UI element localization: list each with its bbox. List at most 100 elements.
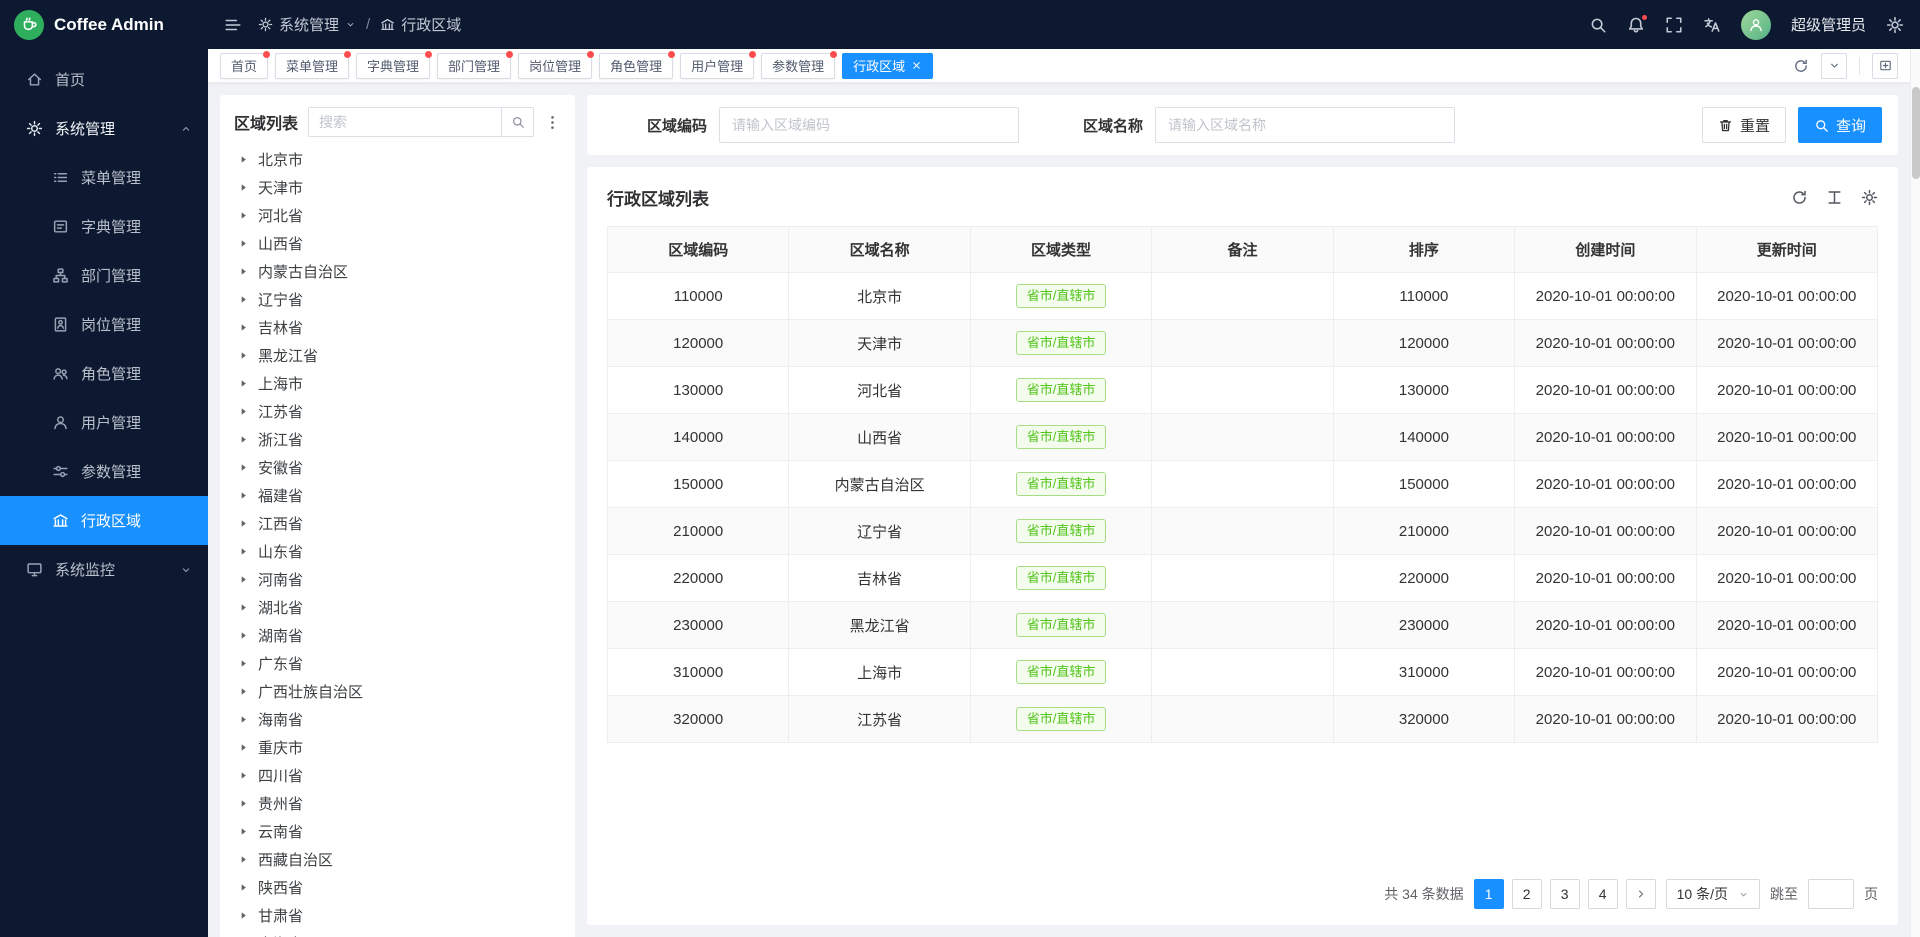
tree-item[interactable]: 云南省: [234, 817, 561, 845]
sidebar-item-dept-management[interactable]: 部门管理: [0, 251, 208, 300]
settings-gear-icon[interactable]: [1886, 16, 1904, 34]
sidebar-item-user-management[interactable]: 用户管理: [0, 398, 208, 447]
tree-item[interactable]: 海南省: [234, 705, 561, 733]
region-code-input[interactable]: [719, 107, 1019, 143]
tree-item[interactable]: 天津市: [234, 173, 561, 201]
table-cell: 2020-10-01 00:00:00: [1515, 555, 1696, 602]
tree-search-input[interactable]: [309, 108, 501, 136]
tree-item[interactable]: 辽宁省: [234, 285, 561, 313]
tree-search-button[interactable]: [501, 108, 533, 136]
sidebar-item-system-monitor[interactable]: 系统监控: [0, 545, 208, 594]
org-icon: [52, 267, 69, 284]
tree-item[interactable]: 河南省: [234, 565, 561, 593]
tab-user[interactable]: 用户管理: [680, 53, 754, 79]
breadcrumb-region[interactable]: 行政区域: [380, 14, 461, 35]
app-root: Coffee Admin 首页系统管理菜单管理字典管理部门管理岗位管理角色管理用…: [0, 0, 1920, 937]
tree-item[interactable]: 广东省: [234, 649, 561, 677]
tree-item[interactable]: 重庆市: [234, 733, 561, 761]
tab-menu[interactable]: 菜单管理: [275, 53, 349, 79]
tab-dept[interactable]: 部门管理: [437, 53, 511, 79]
user-name[interactable]: 超级管理员: [1791, 14, 1866, 35]
tree-item[interactable]: 西藏自治区: [234, 845, 561, 873]
region-code-field: 区域编码: [647, 107, 1019, 143]
tree-item[interactable]: 江西省: [234, 509, 561, 537]
jump-page-input[interactable]: [1808, 879, 1854, 909]
page-scrollbar[interactable]: [1910, 49, 1920, 937]
more-options-icon[interactable]: [544, 114, 561, 131]
caret-right-icon: [238, 434, 249, 445]
table-cell: 省市/直辖市: [970, 555, 1151, 602]
tree-item[interactable]: 山西省: [234, 229, 561, 257]
tree-item[interactable]: 山东省: [234, 537, 561, 565]
caret-right-icon: [238, 518, 249, 529]
sidebar-item-label: 用户管理: [81, 412, 141, 433]
tree-item[interactable]: 青海省: [234, 929, 561, 937]
page-button-4[interactable]: 4: [1588, 879, 1618, 909]
tab-param[interactable]: 参数管理: [761, 53, 835, 79]
scrollbar-thumb[interactable]: [1912, 87, 1920, 179]
tab-role[interactable]: 角色管理: [599, 53, 673, 79]
tree-item[interactable]: 北京市: [234, 145, 561, 173]
region-name-input[interactable]: [1155, 107, 1455, 143]
row-height-icon[interactable]: [1826, 189, 1843, 206]
sidebar-item-home[interactable]: 首页: [0, 55, 208, 104]
sidebar-collapse-icon[interactable]: [224, 16, 242, 34]
tree-item[interactable]: 安徽省: [234, 453, 561, 481]
sidebar-item-menu-management[interactable]: 菜单管理: [0, 153, 208, 202]
content-fullscreen-icon[interactable]: [1872, 53, 1898, 79]
tab-close-icon[interactable]: [911, 60, 922, 71]
tree-item[interactable]: 上海市: [234, 369, 561, 397]
tree-panel-header: 区域列表: [234, 107, 561, 137]
column-settings-gear-icon[interactable]: [1861, 189, 1878, 206]
sidebar-item-system-management[interactable]: 系统管理: [0, 104, 208, 153]
fullscreen-icon[interactable]: [1665, 16, 1683, 34]
tree-item[interactable]: 甘肃省: [234, 901, 561, 929]
search-icon[interactable]: [1589, 16, 1607, 34]
tree-item[interactable]: 福建省: [234, 481, 561, 509]
page-button-2[interactable]: 2: [1512, 879, 1542, 909]
sidebar-item-dict-management[interactable]: 字典管理: [0, 202, 208, 251]
tree-item[interactable]: 四川省: [234, 761, 561, 789]
tree-item[interactable]: 黑龙江省: [234, 341, 561, 369]
table-row: 220000吉林省省市/直辖市2200002020-10-01 00:00:00…: [608, 555, 1878, 602]
tree-item[interactable]: 湖南省: [234, 621, 561, 649]
reset-button[interactable]: 重置: [1702, 107, 1786, 143]
tree-item[interactable]: 湖北省: [234, 593, 561, 621]
tab-options-chevron-icon[interactable]: [1821, 53, 1847, 79]
user-avatar[interactable]: [1741, 10, 1771, 40]
breadcrumb-system-management[interactable]: 系统管理: [258, 14, 356, 35]
tree-item[interactable]: 江苏省: [234, 397, 561, 425]
refresh-table-icon[interactable]: [1791, 189, 1808, 206]
tree-item[interactable]: 广西壮族自治区: [234, 677, 561, 705]
tab-home[interactable]: 首页: [220, 53, 268, 79]
sidebar-item-label: 菜单管理: [81, 167, 141, 188]
tree-item[interactable]: 内蒙古自治区: [234, 257, 561, 285]
tree-item[interactable]: 陕西省: [234, 873, 561, 901]
tree-item[interactable]: 浙江省: [234, 425, 561, 453]
search-button[interactable]: 查询: [1798, 107, 1882, 143]
sidebar-item-region[interactable]: 行政区域: [0, 496, 208, 545]
notifications-bell-icon[interactable]: [1627, 16, 1645, 34]
tree-item[interactable]: 吉林省: [234, 313, 561, 341]
table-cell: 2020-10-01 00:00:00: [1515, 367, 1696, 414]
sidebar-item-role-management[interactable]: 角色管理: [0, 349, 208, 398]
page-button-1[interactable]: 1: [1474, 879, 1504, 909]
tab-dot: [425, 51, 432, 58]
page-size-select[interactable]: 10 条/页: [1666, 879, 1760, 909]
tree-item[interactable]: 贵州省: [234, 789, 561, 817]
caret-right-icon: [238, 826, 249, 837]
gear-icon: [26, 120, 43, 137]
tab-region[interactable]: 行政区域: [842, 53, 933, 79]
table-cell: 210000: [1333, 508, 1514, 555]
table-cell: 省市/直辖市: [970, 273, 1151, 320]
caret-right-icon: [238, 378, 249, 389]
tab-post[interactable]: 岗位管理: [518, 53, 592, 79]
tree-item[interactable]: 河北省: [234, 201, 561, 229]
sidebar-item-param-management[interactable]: 参数管理: [0, 447, 208, 496]
page-button-3[interactable]: 3: [1550, 879, 1580, 909]
next-page-button[interactable]: [1626, 879, 1656, 909]
refresh-tab-icon[interactable]: [1793, 58, 1809, 74]
tab-dict[interactable]: 字典管理: [356, 53, 430, 79]
sidebar-item-post-management[interactable]: 岗位管理: [0, 300, 208, 349]
translate-icon[interactable]: [1703, 16, 1721, 34]
